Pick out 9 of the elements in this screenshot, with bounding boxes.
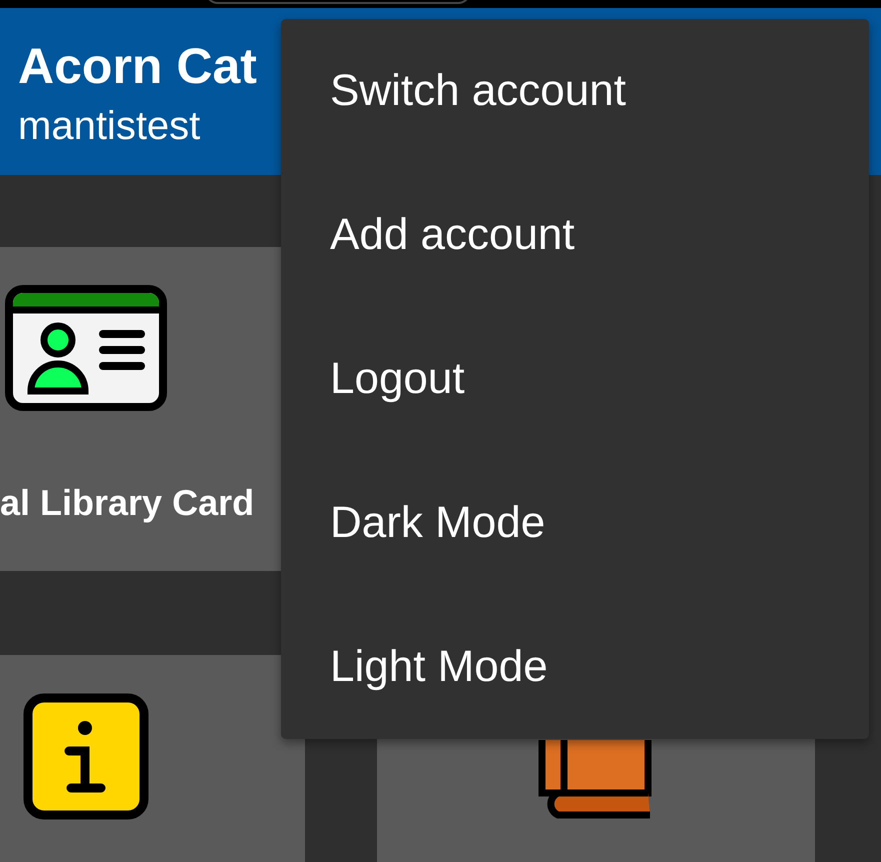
menu-item[interactable]: Switch account (281, 19, 869, 163)
app-title: Acorn Cat (18, 37, 257, 96)
tile-label: al Library Card (0, 481, 256, 525)
id-card-icon (5, 285, 167, 411)
account-name: mantistest (18, 103, 200, 150)
menu-item[interactable]: Light Mode (281, 595, 869, 739)
info-icon (23, 693, 149, 820)
info-tile[interactable] (0, 655, 305, 862)
book-icon (538, 740, 654, 820)
